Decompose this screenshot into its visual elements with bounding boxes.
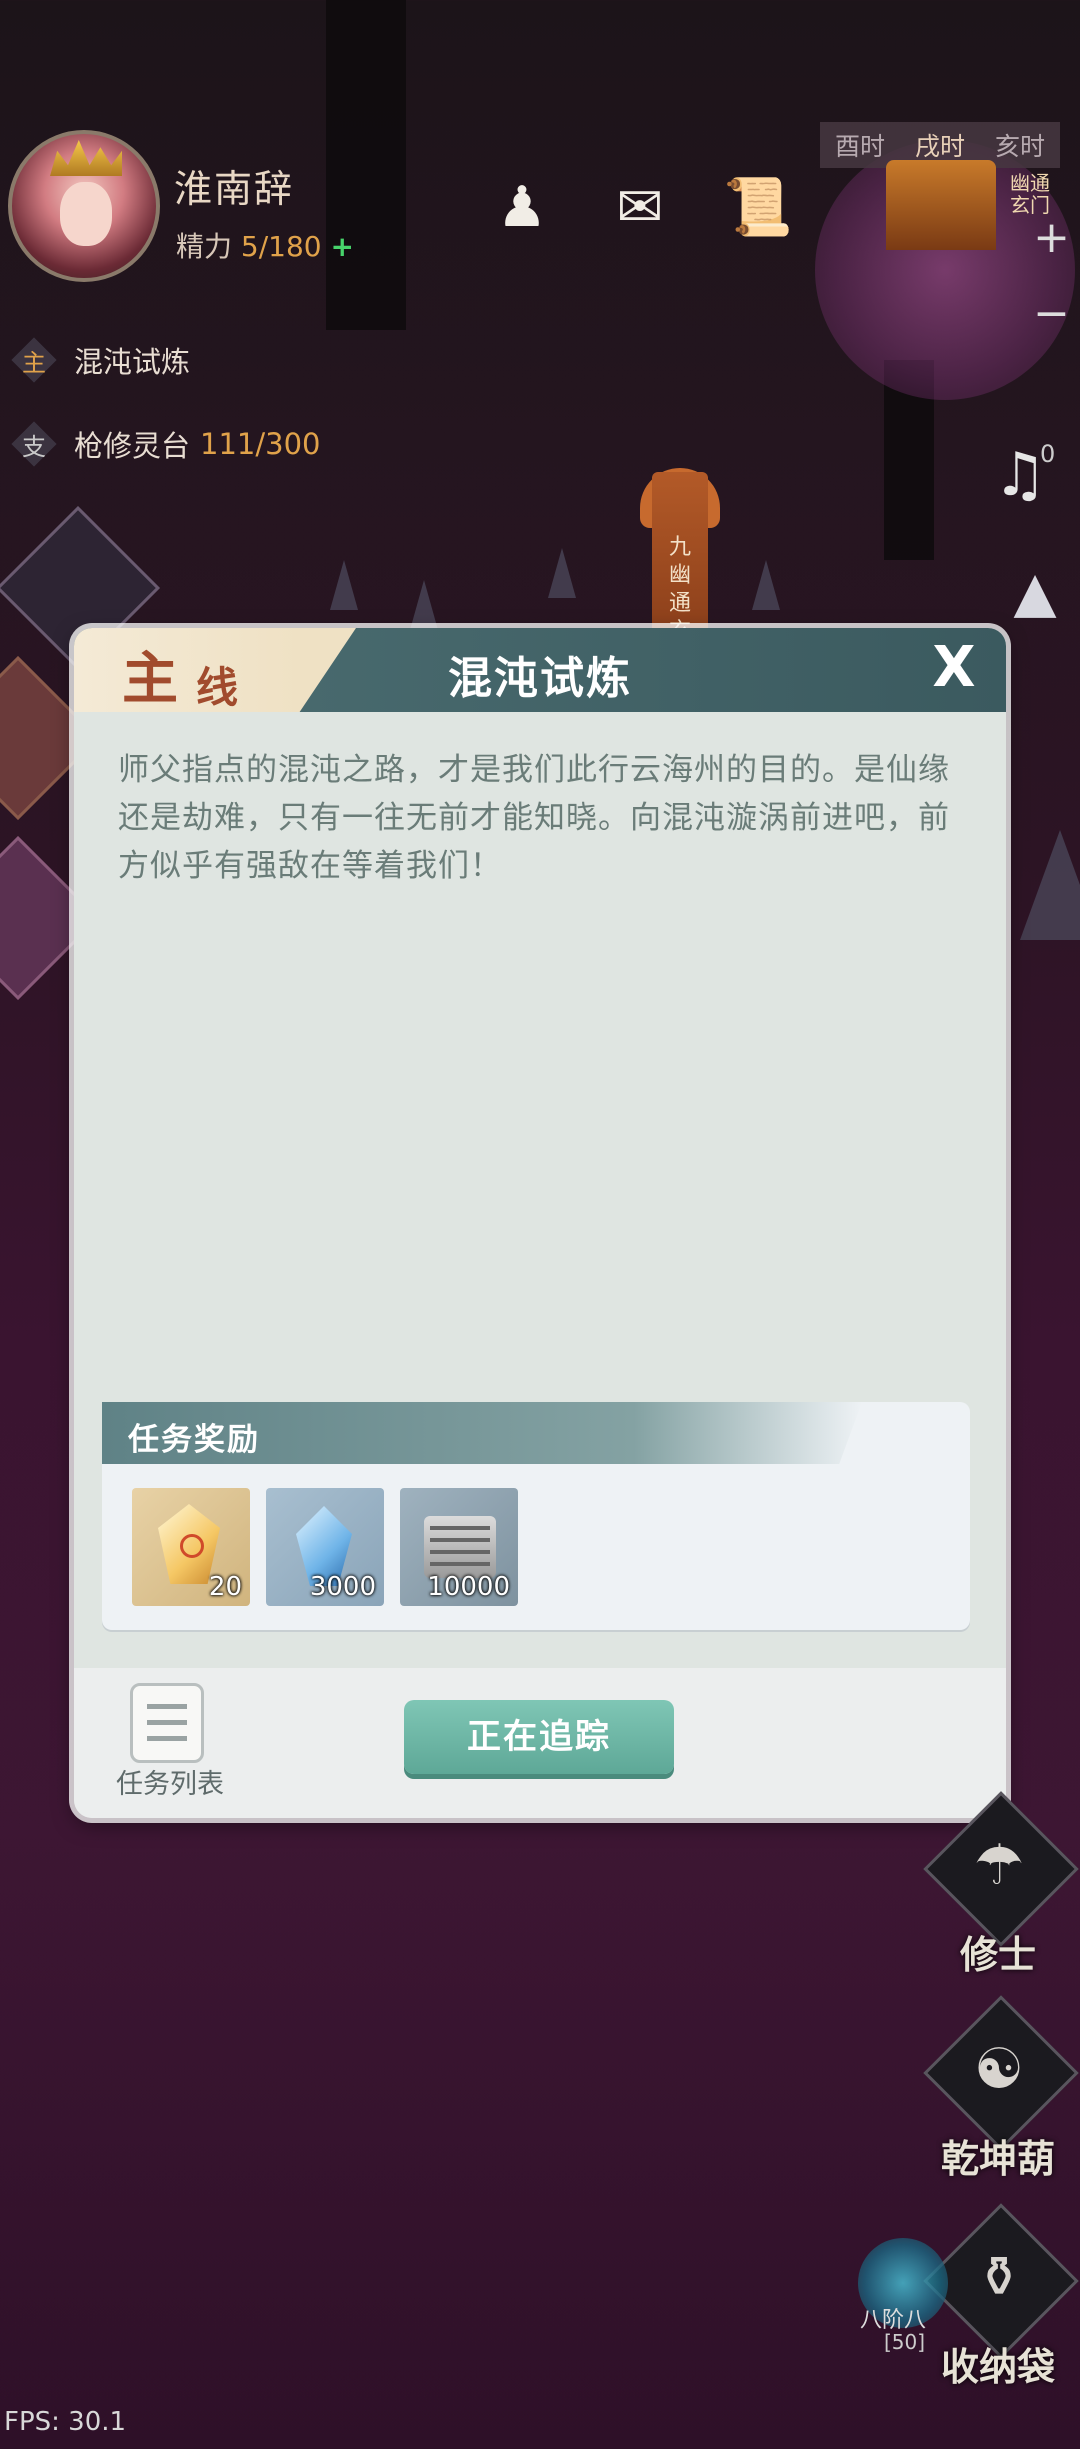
- time-slot: 酉时: [834, 132, 885, 161]
- reward-qty: 10000: [427, 1572, 510, 1602]
- background-pillar: [326, 0, 406, 330]
- time-slot: 亥时: [994, 132, 1045, 161]
- player-avatar[interactable]: [8, 130, 160, 282]
- map-icon[interactable]: ✉: [600, 168, 680, 248]
- task-list-label[interactable]: 任务列表: [110, 1762, 230, 1801]
- zoom-in-button[interactable]: +: [1033, 212, 1070, 263]
- crystal-shard: [330, 560, 358, 610]
- stamina-display: 精力 5/180 +: [176, 225, 354, 265]
- crown-icon: [50, 140, 122, 176]
- reward-header: 任务奖励: [102, 1402, 862, 1464]
- close-button[interactable]: X: [924, 638, 984, 698]
- scroll-icon[interactable]: 📜: [718, 168, 798, 248]
- crystal-shard: [548, 548, 576, 598]
- zoom-out-button[interactable]: −: [1033, 288, 1070, 339]
- scroll-stack-icon: [424, 1516, 496, 1578]
- reward-item[interactable]: 20: [132, 1488, 250, 1606]
- level-badge-sub: [50]: [884, 2330, 926, 2354]
- quest-progress: 111/300: [200, 427, 321, 461]
- main-quest-tracker[interactable]: 主 混沌试炼: [11, 337, 191, 383]
- stamina-label: 精力: [176, 230, 233, 263]
- reward-item[interactable]: 3000: [266, 1488, 384, 1606]
- crystal-shard: [410, 580, 438, 630]
- reward-qty: 20: [208, 1572, 242, 1602]
- reward-qty: 3000: [309, 1572, 376, 1602]
- bag-icon: ⚱: [975, 2245, 1023, 2310]
- figure-icon[interactable]: ♟: [482, 168, 562, 248]
- gate-building-icon[interactable]: [886, 160, 996, 250]
- mountain-icon[interactable]: ▲: [1000, 560, 1070, 640]
- stamina-value: 5/180: [240, 230, 322, 263]
- tracking-button[interactable]: 正在追踪: [404, 1700, 674, 1774]
- dialog-title: 混沌试炼: [448, 653, 632, 704]
- reward-item[interactable]: 10000: [400, 1488, 518, 1606]
- quest-tag: 支: [11, 421, 57, 467]
- quest-tag: 主: [11, 337, 57, 383]
- quest-description: 师父指点的混沌之路，才是我们此行云海州的目的。是仙缘还是劫难，只有一往无前才能知…: [118, 752, 950, 884]
- location-sign: 幽通玄门: [1010, 171, 1050, 217]
- crystal-shard: [752, 560, 780, 610]
- quest-name: 混沌试炼: [74, 345, 191, 379]
- quest-dialog: 主 线 混沌试炼 X 师父指点的混沌之路，才是我们此行云海州的目的。是仙缘还是劫…: [74, 628, 1006, 1818]
- stamina-add-button[interactable]: +: [331, 230, 354, 263]
- reward-panel: 任务奖励 20 3000 10000: [102, 1402, 970, 1630]
- gourd-icon: ☯: [973, 2037, 1025, 2102]
- player-name: 淮南辞: [174, 167, 295, 211]
- time-slot-current: 戌时: [914, 132, 965, 161]
- fps-counter: FPS: 30.1: [4, 2407, 127, 2437]
- task-list-icon[interactable]: [130, 1683, 204, 1763]
- crystal-shard: [1020, 830, 1080, 940]
- cultivator-icon: ☂: [973, 1833, 1025, 1898]
- side-quest-tracker[interactable]: 支 枪修灵台 111/300: [11, 421, 321, 467]
- quest-name: 枪修灵台: [74, 429, 191, 463]
- notification-count: 0: [1040, 440, 1056, 468]
